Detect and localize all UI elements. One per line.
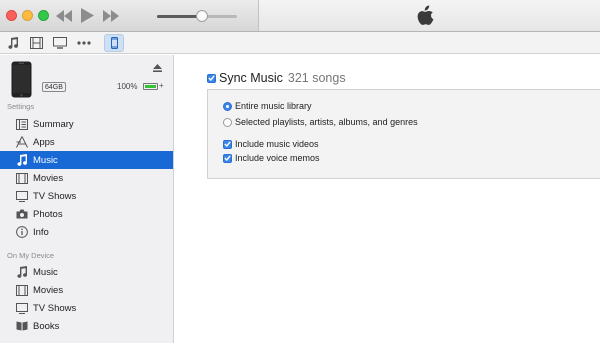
sync-options-panel: Entire music library Selected playlists,… <box>207 89 600 179</box>
sidebar-item-label: TV Shows <box>33 302 77 314</box>
title-bar <box>0 0 600 32</box>
sidebar-item-label: Music <box>33 266 58 278</box>
option-label: Include voice memos <box>235 153 320 163</box>
sidebar-item-device-tv-shows[interactable]: TV Shows <box>0 299 173 317</box>
sidebar-item-label: Photos <box>33 208 63 220</box>
sidebar-item-music[interactable]: Music <box>0 151 173 169</box>
capacity-badge: 64GB <box>42 82 66 92</box>
main-content: Sync Music 321 songs Entire music librar… <box>175 55 600 343</box>
apps-icon <box>16 136 28 148</box>
sidebar-item-device-music[interactable]: Music <box>0 263 173 281</box>
sidebar-item-label: Info <box>33 226 49 238</box>
film-icon[interactable] <box>30 36 43 50</box>
sidebar-item-summary[interactable]: Summary <box>0 115 173 133</box>
on-my-device-section-label: On My Device <box>7 251 55 260</box>
more-icon[interactable] <box>77 36 91 50</box>
playback-controls <box>56 8 119 23</box>
tv-icon <box>16 190 28 202</box>
eject-icon[interactable] <box>153 64 162 75</box>
selected-items-radio[interactable] <box>223 117 232 127</box>
toolbar <box>0 32 600 54</box>
rewind-icon[interactable] <box>56 9 72 22</box>
song-count: 321 songs <box>287 71 346 85</box>
battery-icon <box>143 83 158 90</box>
sidebar-item-device-movies[interactable]: Movies <box>0 281 173 299</box>
camera-icon <box>16 208 28 220</box>
sidebar-item-photos[interactable]: Photos <box>0 205 173 223</box>
option-include-music-videos[interactable]: Include music videos <box>223 139 319 149</box>
volume-slider[interactable] <box>157 10 237 22</box>
sidebar-item-label: TV Shows <box>33 190 77 202</box>
close-button[interactable] <box>6 10 17 21</box>
iphone-device-image <box>11 61 32 101</box>
sync-music-checkbox[interactable] <box>207 73 216 83</box>
option-label: Selected playlists, artists, albums, and… <box>235 117 418 127</box>
sidebar-item-movies[interactable]: Movies <box>0 169 173 187</box>
sidebar-item-info[interactable]: Info <box>0 223 173 241</box>
sidebar-item-label: Movies <box>33 172 64 184</box>
option-entire-library[interactable]: Entire music library <box>223 101 312 111</box>
sidebar: 64GB 100% + Settings Summary Apps Music … <box>0 55 174 343</box>
sidebar-item-label: Summary <box>33 118 74 130</box>
play-icon[interactable] <box>81 8 94 23</box>
battery-percent: 100% <box>117 82 138 91</box>
summary-icon <box>16 118 28 130</box>
include-voice-memos-checkbox[interactable] <box>223 153 232 163</box>
sidebar-item-label: Books <box>33 320 60 332</box>
zoom-button[interactable] <box>38 10 49 21</box>
tv-icon <box>16 302 28 314</box>
sync-music-label[interactable]: Sync Music <box>219 71 283 85</box>
include-music-videos-checkbox[interactable] <box>223 139 232 149</box>
info-icon <box>16 226 28 238</box>
sidebar-item-tv-shows[interactable]: TV Shows <box>0 187 173 205</box>
iphone-icon[interactable] <box>104 34 124 52</box>
settings-section-label: Settings <box>7 102 35 111</box>
music-note-icon <box>16 266 28 278</box>
film-icon <box>16 172 28 184</box>
sidebar-item-label: Movies <box>33 284 64 296</box>
sidebar-item-device-books[interactable]: Books <box>0 317 173 335</box>
sidebar-item-label: Music <box>33 154 58 166</box>
option-label: Include music videos <box>235 139 319 149</box>
option-include-voice-memos[interactable]: Include voice memos <box>223 153 320 163</box>
sync-music-header: Sync Music 321 songs <box>207 71 346 85</box>
minimize-button[interactable] <box>22 10 33 21</box>
book-icon <box>16 320 28 332</box>
sidebar-item-apps[interactable]: Apps <box>0 133 173 151</box>
option-selected-items[interactable]: Selected playlists, artists, albums, and… <box>223 117 418 127</box>
tv-icon[interactable] <box>53 36 67 50</box>
entire-library-radio[interactable] <box>223 101 232 111</box>
sidebar-item-label: Apps <box>33 136 55 148</box>
music-note-icon <box>16 154 28 166</box>
apple-logo-icon <box>417 5 435 29</box>
film-icon <box>16 284 28 296</box>
charging-icon: + <box>159 81 164 90</box>
option-label: Entire music library <box>235 101 312 111</box>
music-note-icon[interactable] <box>8 36 19 50</box>
window-controls <box>6 10 49 21</box>
volume-knob[interactable] <box>195 10 208 22</box>
fast-forward-icon[interactable] <box>103 9 119 22</box>
battery-level <box>145 85 156 88</box>
